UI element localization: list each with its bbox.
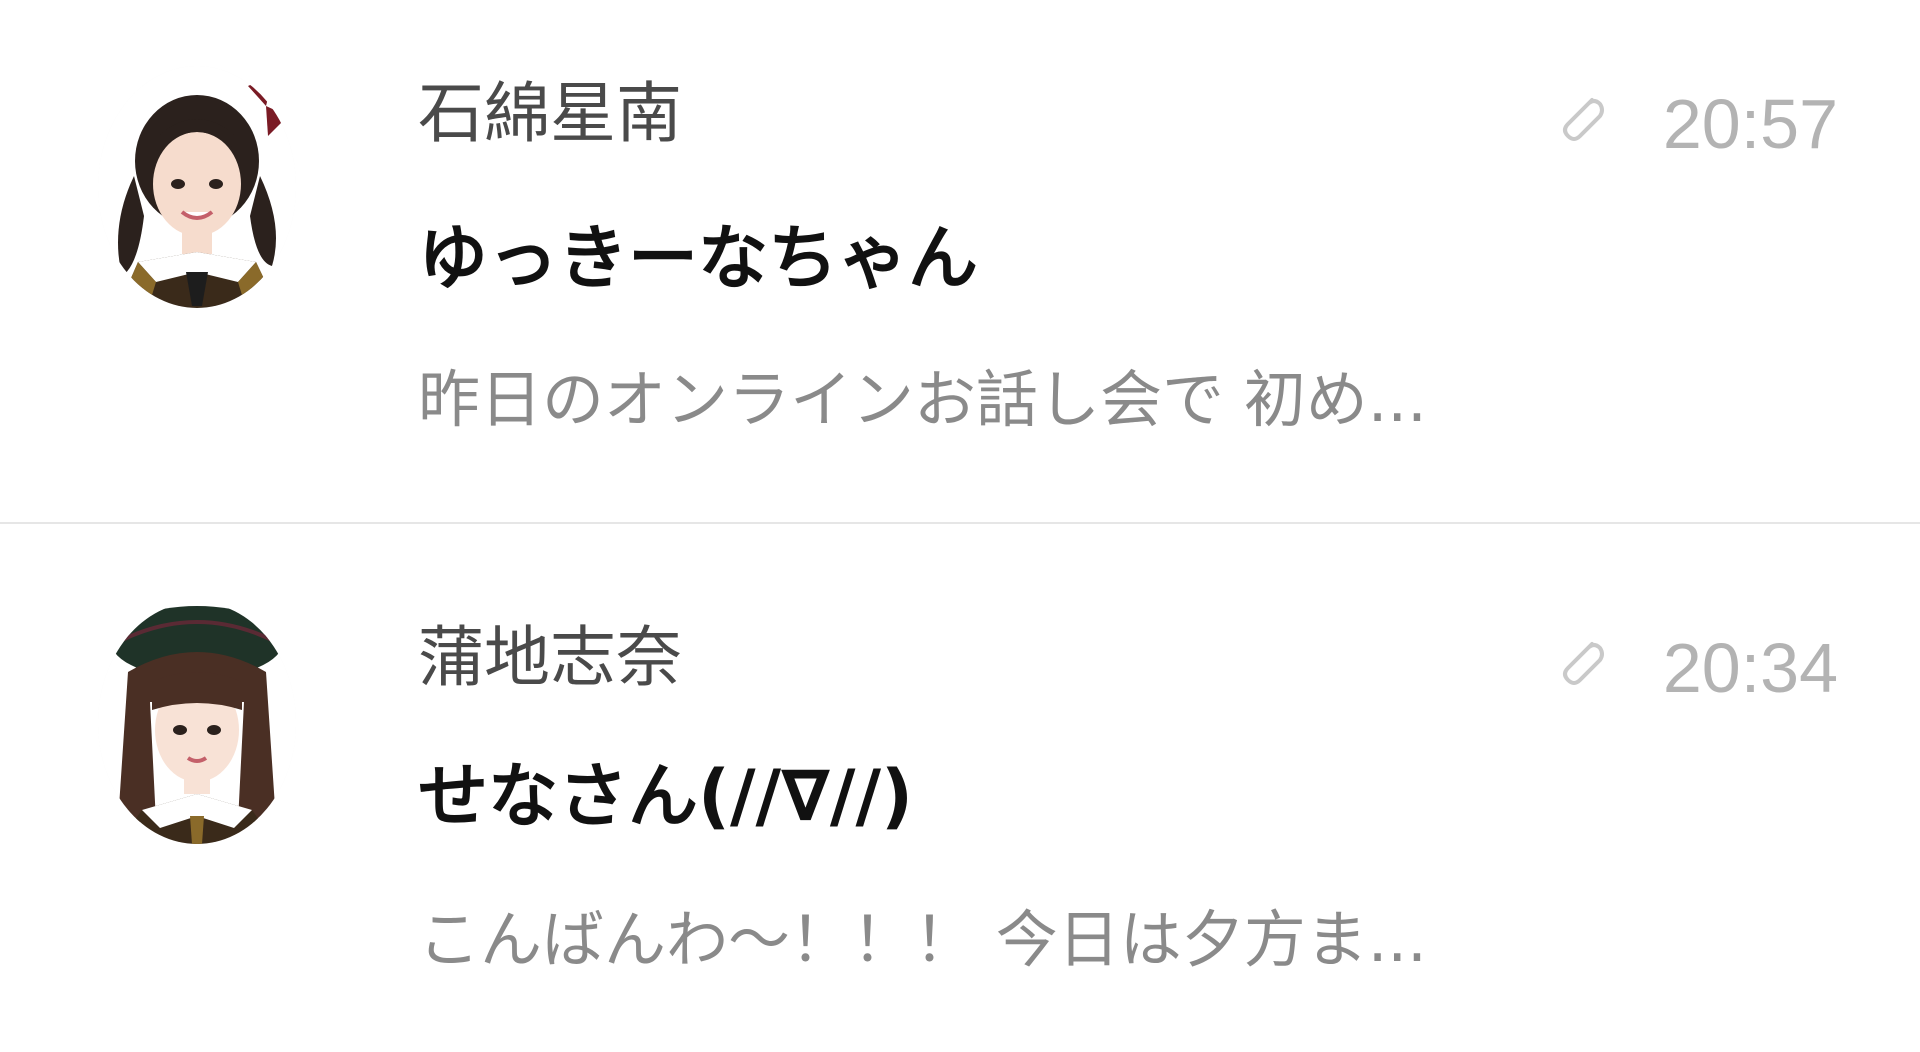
sender-name: 蒲地志奈 (418, 619, 682, 696)
sender-avatar[interactable] (98, 602, 296, 844)
sender-avatar[interactable] (98, 66, 296, 308)
message-list: 石綿星南 ゆっきーなちゃん 昨日のオンラインお話し会で 初め... 20:57 (0, 0, 1920, 1052)
message-time: 20:57 (1662, 85, 1838, 163)
message-subject: ゆっきーなちゃん (418, 217, 978, 299)
message-row[interactable]: 石綿星南 ゆっきーなちゃん 昨日のオンラインお話し会で 初め... 20:57 (0, 0, 1920, 520)
message-preview: 昨日のオンラインお話し会で 初め... (418, 363, 1427, 436)
avatar-photo (98, 66, 296, 308)
message-row[interactable]: 蒲地志奈 せなさん(//∇//) こんばんわ〜！！！ 今日は夕方ま... 20:… (0, 524, 1920, 1044)
paperclip-icon (1563, 642, 1604, 685)
paperclip-icon (1563, 98, 1604, 141)
sender-name: 石綿星南 (418, 75, 682, 152)
message-preview: こんばんわ〜！！！ 今日は夕方ま... (418, 903, 1427, 976)
avatar-photo (98, 602, 296, 844)
message-subject: せなさん(//∇//) (418, 755, 914, 837)
message-time: 20:34 (1662, 629, 1838, 707)
